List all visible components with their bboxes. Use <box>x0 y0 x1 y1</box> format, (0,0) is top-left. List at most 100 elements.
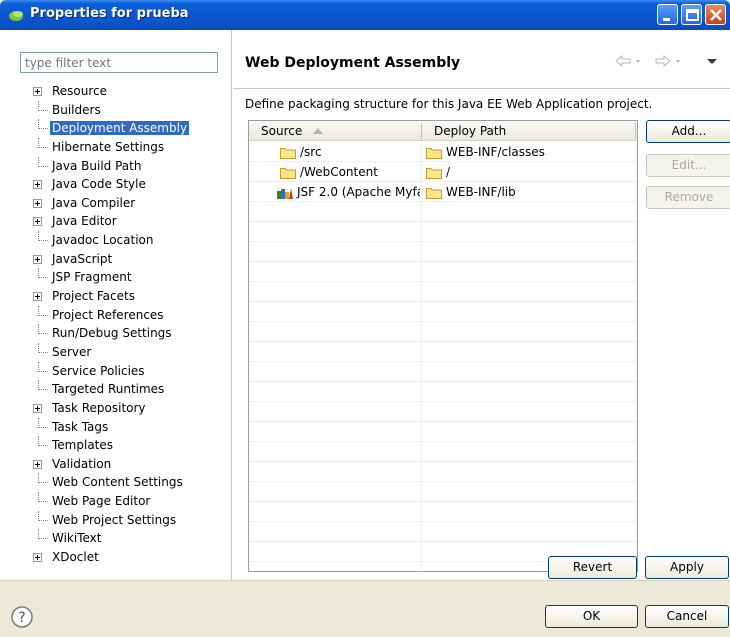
tree-item[interactable]: WikiText <box>30 529 230 548</box>
table-row[interactable] <box>249 482 637 502</box>
table-row[interactable] <box>249 222 637 242</box>
table-row[interactable] <box>249 442 637 462</box>
table-row[interactable]: /WebContent / <box>249 162 637 182</box>
expand-icon[interactable] <box>33 198 42 208</box>
help-icon[interactable]: ? <box>10 605 34 629</box>
expand-icon[interactable] <box>33 254 42 264</box>
tree-item-label: Task Tags <box>52 419 109 434</box>
tree-item[interactable]: XDoclet <box>30 548 230 567</box>
apply-button[interactable]: Apply <box>645 556 729 579</box>
table-row[interactable] <box>249 402 637 422</box>
tree-item[interactable]: Resource <box>30 82 230 101</box>
expand-icon[interactable] <box>33 87 42 96</box>
tree-item[interactable]: Project Facets <box>30 287 230 306</box>
expand-icon[interactable] <box>33 553 42 563</box>
table-row[interactable] <box>249 382 637 402</box>
folder-icon <box>280 145 300 159</box>
tree-item-label: Project References <box>52 307 164 322</box>
maximize-button[interactable] <box>681 4 702 25</box>
table-row[interactable] <box>249 322 637 342</box>
tree-item-label: WikiText <box>52 531 102 546</box>
tree-item[interactable]: Validation <box>30 455 230 474</box>
title-bar[interactable]: Properties for prueba <box>0 0 730 30</box>
back-arrow-icon[interactable] <box>614 53 648 69</box>
dialog-footer: ? OK Cancel <box>0 580 730 637</box>
tree-connector <box>38 100 48 111</box>
tree-item[interactable]: Web Page Editor <box>30 492 230 511</box>
ok-button[interactable]: OK <box>545 605 638 628</box>
filter-input[interactable] <box>20 52 218 73</box>
table-row[interactable] <box>249 202 637 222</box>
cancel-button[interactable]: Cancel <box>645 605 729 628</box>
tree-item[interactable]: JSP Fragment <box>30 268 230 287</box>
sort-ascending-icon <box>313 128 323 134</box>
tree-connector <box>38 305 48 316</box>
tree-item[interactable]: Web Project Settings <box>30 510 230 530</box>
tree-item[interactable]: JavaScript <box>30 250 230 269</box>
table-header: Source Deploy Path <box>249 121 637 141</box>
tree-connector <box>38 231 48 242</box>
tree-item[interactable]: Task Tags <box>30 417 230 437</box>
column-separator[interactable] <box>635 123 636 139</box>
table-row[interactable] <box>249 362 637 382</box>
tree-item[interactable]: Java Editor <box>30 212 230 231</box>
expand-icon[interactable] <box>33 459 42 469</box>
table-row[interactable] <box>249 522 637 542</box>
table-row[interactable] <box>249 282 637 302</box>
tree-item[interactable]: Task Repository <box>30 399 230 418</box>
edit-button[interactable]: Edit... <box>646 154 730 177</box>
tree-item[interactable]: Java Build Path <box>30 156 230 176</box>
tree-item[interactable]: Templates <box>30 436 230 455</box>
category-pane: Resource Builders Deployment Assembly Hiber… <box>0 30 232 580</box>
tree-item[interactable]: Run/Debug Settings <box>30 324 230 343</box>
tree-item[interactable]: Java Compiler <box>30 194 230 213</box>
table-row[interactable]: JSF 2.0 (Apache Myfa WEB-INF/lib <box>249 182 637 202</box>
tree-item[interactable]: Web Content Settings <box>30 473 230 492</box>
table-row[interactable] <box>249 342 637 362</box>
tree-item[interactable]: Java Code Style <box>30 175 230 194</box>
remove-button[interactable]: Remove <box>646 186 730 209</box>
table-row[interactable] <box>249 462 637 482</box>
tree-item[interactable]: Targeted Runtimes <box>30 380 230 399</box>
tree-connector <box>38 436 48 447</box>
source-cell: JSF 2.0 (Apache Myfa <box>277 182 420 202</box>
tree-connector <box>38 417 48 428</box>
tree-connector <box>38 380 48 391</box>
expand-icon[interactable] <box>33 403 42 413</box>
tree-item-label: Deployment Assembly <box>50 121 190 136</box>
tree-item[interactable]: Project References <box>30 305 230 325</box>
table-body: /src WEB-INF/classes/WebContent / JSF 2.0 (… <box>249 142 637 562</box>
tree-item[interactable]: Javadoc Location <box>30 231 230 250</box>
revert-button[interactable]: Revert <box>548 556 637 579</box>
tree-item[interactable]: Server <box>30 342 230 362</box>
add-button[interactable]: Add... <box>646 120 730 143</box>
tree-connector <box>38 119 48 130</box>
tree-item[interactable]: Hibernate Settings <box>30 137 230 157</box>
table-row[interactable] <box>249 242 637 262</box>
close-button[interactable] <box>705 4 726 25</box>
minimize-button[interactable] <box>657 4 678 25</box>
deploy-path-text: WEB-INF/lib <box>446 185 516 199</box>
view-menu-icon[interactable] <box>704 53 720 69</box>
column-header-deploy-path[interactable]: Deploy Path <box>422 121 637 141</box>
tree-item[interactable]: Service Policies <box>30 361 230 381</box>
tree-item[interactable]: Builders <box>30 100 230 120</box>
table-row[interactable] <box>249 502 637 522</box>
expand-icon[interactable] <box>33 217 42 227</box>
expand-icon[interactable] <box>33 292 42 302</box>
tree-item-label: Service Policies <box>52 363 145 378</box>
expand-icon[interactable] <box>33 180 42 190</box>
column-header-source[interactable]: Source <box>249 121 421 141</box>
table-row[interactable] <box>249 422 637 442</box>
source-cell: /src <box>280 142 423 162</box>
tree-item-label: Task Repository <box>52 400 146 415</box>
tree-item[interactable]: Deployment Assembly <box>30 119 230 138</box>
window-title: Properties for prueba <box>30 6 189 21</box>
forward-arrow-icon[interactable] <box>654 53 688 69</box>
tree-item-label: Web Content Settings <box>52 475 183 490</box>
table-row[interactable] <box>249 262 637 282</box>
assembly-table[interactable]: Source Deploy Path /src WEB-INF/classes/W… <box>248 120 638 572</box>
table-row[interactable] <box>249 302 637 322</box>
table-row[interactable]: /src WEB-INF/classes <box>249 142 637 162</box>
tree-item-label: Web Page Editor <box>52 494 151 509</box>
